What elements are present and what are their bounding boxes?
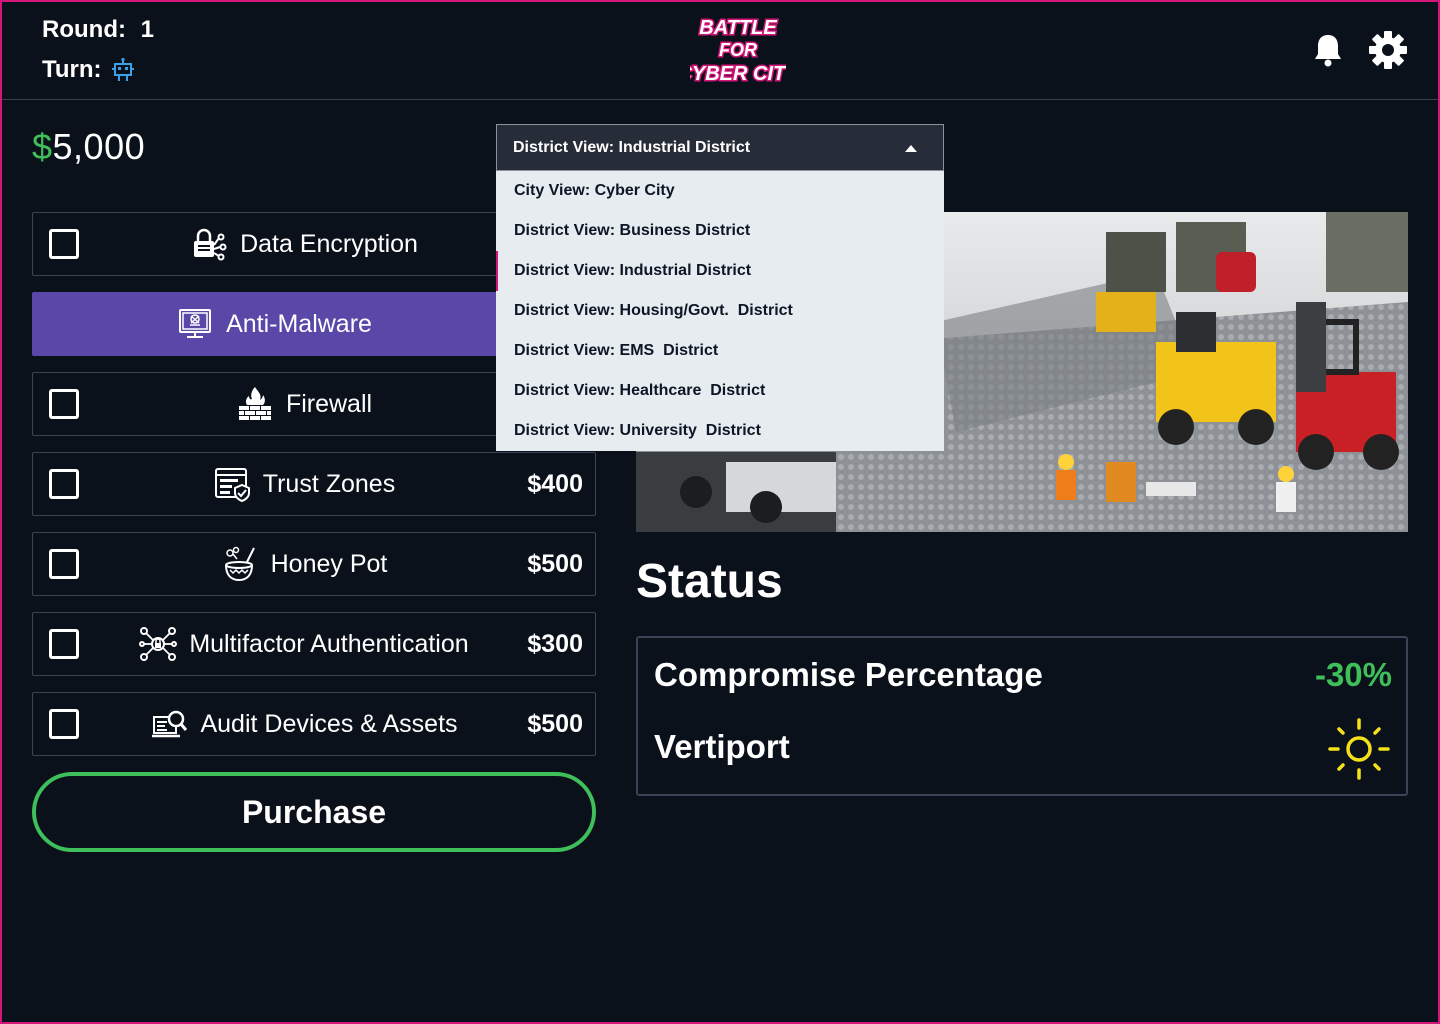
defense-option-audit-devices-assets[interactable]: Audit Devices & Assets $500 xyxy=(32,692,596,756)
robot-icon xyxy=(111,57,134,81)
dropdown-option[interactable]: District View: University District xyxy=(496,411,944,451)
checkbox[interactable] xyxy=(49,549,79,579)
round-indicator: Round: 1 xyxy=(42,16,154,44)
bell-icon[interactable] xyxy=(1312,32,1344,68)
encryption-lock-icon xyxy=(194,228,227,261)
top-bar: Round: 1 Turn: BATTLE FOR CYBER CITY xyxy=(2,2,1438,100)
option-label: Audit Devices & Assets xyxy=(200,709,458,738)
caret-up-icon xyxy=(905,145,917,152)
dropdown-option[interactable]: District View: Business District xyxy=(496,211,944,251)
option-label: Firewall xyxy=(285,389,373,418)
dropdown-option[interactable]: District View: Healthcare District xyxy=(496,371,944,411)
compromise-value: -30% xyxy=(1314,656,1392,693)
svg-text:BATTLE: BATTLE xyxy=(699,17,777,39)
option-label: Multifactor Authentication xyxy=(189,629,469,658)
status-panel: Compromise Percentage -30% Vertiport xyxy=(636,636,1408,796)
dropdown-selected[interactable]: District View: Industrial District xyxy=(496,124,944,171)
firewall-icon xyxy=(238,387,271,420)
option-label: Data Encryption xyxy=(240,229,418,258)
budget-amount: 5,000 xyxy=(52,126,146,167)
option-price: $500 xyxy=(527,710,583,738)
round-label: Round: xyxy=(42,16,126,43)
dropdown-option-active[interactable]: District View: Industrial District xyxy=(496,251,944,291)
defense-option-trust-zones[interactable]: Trust Zones $400 xyxy=(32,452,596,516)
svg-text:CYBER CITY: CYBER CITY xyxy=(690,63,786,85)
budget-display: $5,000 xyxy=(32,126,145,168)
sun-icon xyxy=(1328,718,1390,780)
dropdown-option[interactable]: District View: EMS District xyxy=(496,331,944,371)
dropdown-options: City View: Cyber City District View: Bus… xyxy=(496,171,944,451)
checkbox[interactable] xyxy=(49,709,79,739)
option-price: $400 xyxy=(527,470,583,498)
round-value: 1 xyxy=(140,16,154,43)
checkbox[interactable] xyxy=(49,389,79,419)
battle-for-cyber-city-logo: BATTLE FOR CYBER CITY xyxy=(690,16,786,87)
option-label: Anti-Malware xyxy=(226,309,372,338)
dropdown-option[interactable]: City View: Cyber City xyxy=(496,171,944,211)
dropdown-option[interactable]: District View: Housing/Govt. District xyxy=(496,291,944,331)
honey-pot-icon xyxy=(224,546,255,582)
checkbox[interactable] xyxy=(49,629,79,659)
option-label: Honey Pot xyxy=(270,549,388,578)
checkbox[interactable] xyxy=(49,469,79,499)
dropdown-selected-label: District View: Industrial District xyxy=(513,138,751,156)
compromise-label: Compromise Percentage xyxy=(654,656,1043,693)
option-price: $300 xyxy=(527,630,583,658)
district-view-dropdown[interactable]: District View: Industrial District City … xyxy=(496,124,944,451)
option-label: Trust Zones xyxy=(262,469,396,498)
turn-label: Turn: xyxy=(42,56,102,83)
checkbox[interactable] xyxy=(49,229,79,259)
gear-icon[interactable] xyxy=(1368,30,1408,70)
svg-text:FOR: FOR xyxy=(719,40,757,60)
option-price: $500 xyxy=(527,550,583,578)
status-heading: Status xyxy=(636,555,783,608)
defense-option-honey-pot[interactable]: Honey Pot $500 xyxy=(32,532,596,596)
anti-malware-monitor-icon xyxy=(179,309,212,338)
multifactor-network-icon xyxy=(139,627,178,661)
purchase-button[interactable]: Purchase xyxy=(32,772,596,852)
audit-search-icon xyxy=(152,710,188,738)
currency-sign: $ xyxy=(32,126,53,167)
trust-zones-icon xyxy=(214,468,250,503)
defense-option-multifactor-authentication[interactable]: Multifactor Authentication $300 xyxy=(32,612,596,676)
turn-indicator: Turn: xyxy=(42,56,136,84)
vertiport-label: Vertiport xyxy=(654,728,790,765)
